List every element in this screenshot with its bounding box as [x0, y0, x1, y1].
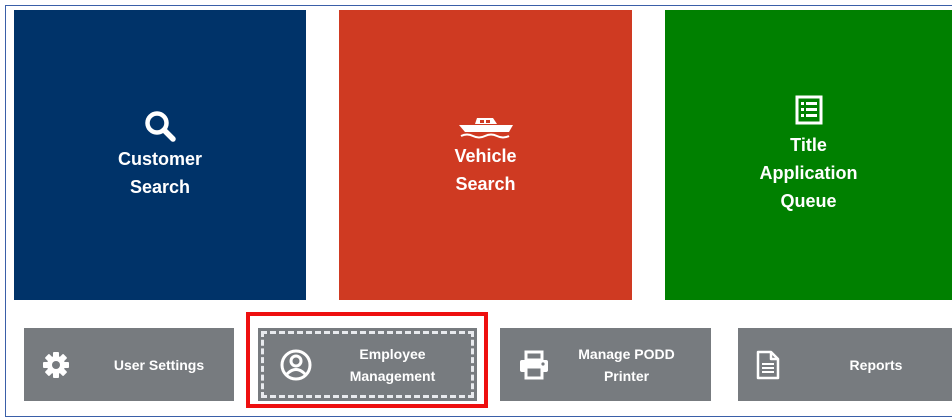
title-queue-label-2: Application	[759, 163, 858, 183]
gear-icon	[43, 351, 69, 378]
manage-podd-printer-button[interactable]: Manage PODD Printer	[500, 328, 711, 401]
title-queue-label-1: Title	[790, 135, 827, 155]
manage-podd-label-1: Manage PODD	[578, 345, 675, 362]
user-settings-button[interactable]: User Settings	[24, 328, 234, 401]
list-icon	[795, 95, 822, 125]
vehicle-search-tile[interactable]: Vehicle Search	[339, 10, 632, 300]
user-settings-label: User Settings	[113, 356, 205, 373]
title-application-queue-tile[interactable]: Title Application Queue	[665, 10, 952, 300]
title-queue-label-3: Queue	[780, 191, 837, 211]
employee-management-label: Employee Management	[318, 343, 467, 387]
employee-management-button[interactable]: Employee Management	[258, 328, 477, 401]
vehicle-search-label-2: Search	[455, 174, 516, 194]
reports-button[interactable]: Reports	[738, 328, 952, 401]
employee-management-label-1: Employee	[359, 345, 426, 362]
manage-podd-label-2: Printer	[603, 367, 650, 384]
search-icon	[145, 111, 176, 142]
manage-podd-printer-label: Manage PODD Printer	[550, 343, 703, 387]
vehicle-search-label-1: Vehicle	[454, 146, 517, 166]
customer-search-tile[interactable]: Customer Search	[14, 10, 306, 300]
user-circle-icon	[280, 349, 312, 380]
customer-search-label-2: Search	[129, 177, 191, 197]
boat-icon	[458, 118, 513, 139]
document-icon	[756, 350, 780, 379]
printer-icon	[520, 350, 548, 379]
reports-label: Reports	[849, 356, 903, 373]
customer-search-label-1: Customer	[117, 149, 202, 169]
employee-management-label-2: Management	[349, 367, 436, 384]
